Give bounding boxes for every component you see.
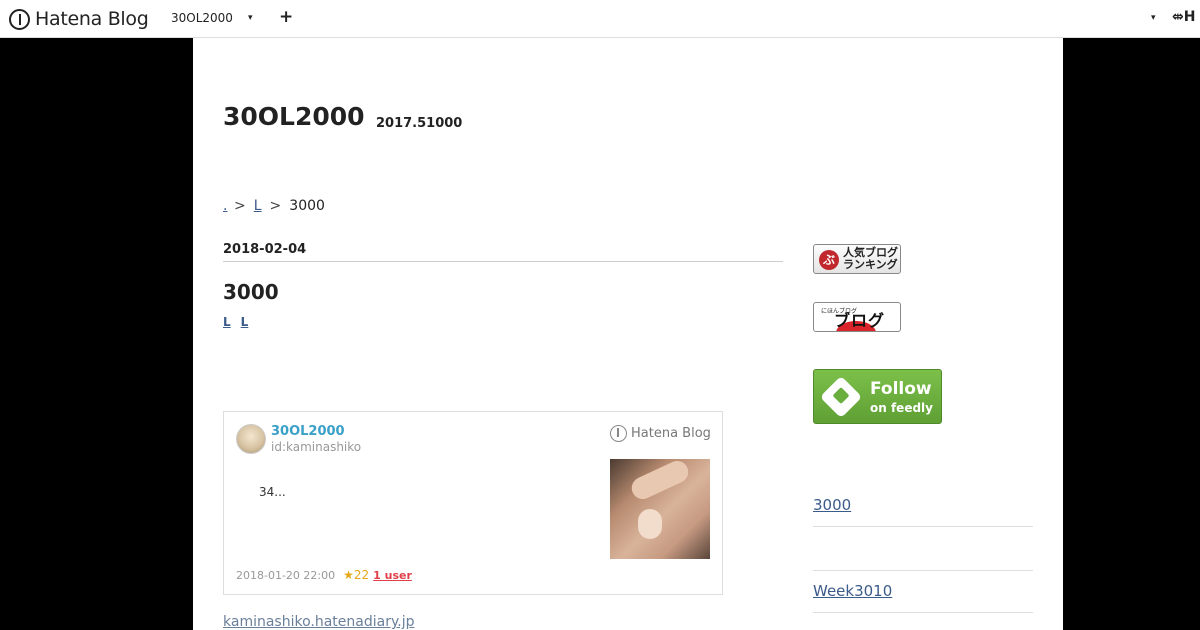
avatar[interactable] — [236, 424, 266, 454]
card-timestamp: 2018-01-20 22:00 — [236, 568, 336, 582]
user-menu[interactable]: ⇎H — [1172, 9, 1195, 25]
village-banner-text: ブログ村 — [834, 311, 886, 330]
chevron-down-icon[interactable]: ▾ — [248, 13, 253, 23]
breadcrumb-current: 3000 — [289, 198, 325, 214]
blog-switcher-name[interactable]: 30OL2000 — [171, 11, 233, 25]
breadcrumb-separator: > — [234, 198, 246, 214]
new-post-plus-icon[interactable]: + — [279, 7, 293, 27]
sidebar-entry-link[interactable]: 3000 — [813, 496, 851, 514]
entry-date[interactable]: 2018-02-04 — [223, 242, 783, 262]
ranking-icon: ぶ — [819, 250, 839, 270]
star-count[interactable]: 22 — [354, 568, 369, 582]
sidebar-entry-item: Week3010 — [813, 582, 1033, 613]
blog-embed-card[interactable]: 30OL2000 id:kaminashiko Hatena Blog 34..… — [223, 411, 723, 595]
follow-on-feedly-button[interactable]: Follow on feedly — [813, 369, 942, 424]
card-thumbnail-image[interactable] — [610, 459, 710, 559]
card-footer: 2018-01-20 22:00 ★ 22 1 user — [236, 568, 412, 582]
hatena-logo-icon — [610, 425, 627, 442]
divider — [813, 570, 1033, 571]
breadcrumb: . > L > 3000 — [223, 198, 325, 214]
logo-text: Hatena Blog — [35, 8, 149, 30]
category-link[interactable]: L — [241, 315, 249, 329]
feedly-follow-label: Follow — [870, 379, 932, 399]
entry-categories: L L — [223, 315, 248, 329]
sidebar-entry-item: 3000 — [813, 496, 1033, 527]
global-header: Hatena Blog 30OL2000 ▾ + ▾ ⇎H — [0, 0, 1200, 38]
user-menu-chevron-icon[interactable]: ▾ — [1151, 13, 1156, 23]
breadcrumb-separator: > — [269, 198, 282, 214]
feedly-icon — [819, 375, 863, 419]
breadcrumb-top-link[interactable]: . — [223, 198, 227, 214]
card-brand: Hatena Blog — [610, 425, 711, 442]
blog-village-banner[interactable]: にほんブログ ブログ村 — [813, 302, 901, 332]
sidebar-entry-link[interactable]: Week3010 — [813, 582, 892, 600]
card-brand-text: Hatena Blog — [631, 426, 711, 441]
feedly-on-label: on feedly — [870, 401, 933, 415]
bookmark-users-link[interactable]: 1 user — [373, 569, 412, 582]
blog-description: 2017.51000 — [376, 116, 463, 131]
card-excerpt: 34... — [259, 485, 286, 499]
breadcrumb-category-link[interactable]: L — [254, 198, 262, 214]
ranking-banner-text: 人気ブログランキング — [843, 246, 898, 271]
card-author-id: id:kaminashiko — [271, 440, 362, 454]
hatena-logo-icon — [9, 8, 30, 30]
star-icon: ★ — [343, 568, 354, 582]
category-link[interactable]: L — [223, 315, 231, 329]
source-site-link[interactable]: kaminashiko.hatenadiary.jp — [223, 614, 415, 630]
card-author-name[interactable]: 30OL2000 — [271, 424, 345, 439]
blog-ranking-banner[interactable]: ぶ 人気ブログランキング — [813, 244, 901, 274]
hatena-blog-logo[interactable]: Hatena Blog — [9, 6, 149, 32]
blog-container: 30OL2000 2017.51000 . > L > 3000 2018-02… — [193, 38, 1063, 630]
blog-title[interactable]: 30OL2000 — [223, 102, 365, 131]
entry-title[interactable]: 3000 — [223, 280, 279, 304]
